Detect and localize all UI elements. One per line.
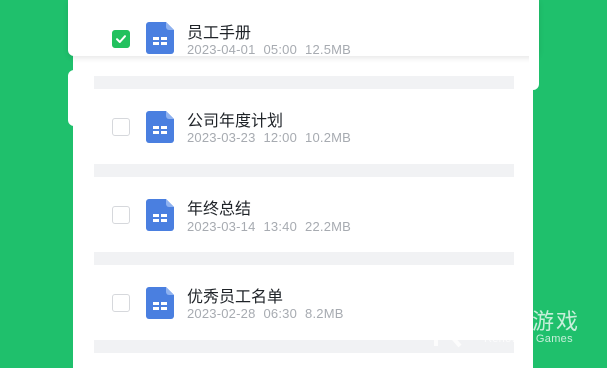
file-size: 12.5MB — [305, 42, 352, 57]
document-icon — [146, 287, 174, 319]
file-date: 2023-03-23 — [187, 130, 256, 145]
file-name: 员工手册 — [187, 25, 252, 42]
file-row[interactable]: 员工手册 2023-04-01 05:00 12.5MB — [94, 0, 514, 78]
file-meta: 2023-02-28 06:30 8.2MB — [187, 306, 344, 321]
document-icon — [146, 111, 174, 143]
file-time: 13:40 — [263, 219, 298, 234]
file-date: 2023-02-28 — [187, 306, 256, 321]
file-size: 22.2MB — [305, 219, 352, 234]
file-checkbox[interactable] — [112, 118, 130, 136]
file-date: 2023-03-14 — [187, 219, 256, 234]
file-meta: 2023-04-01 05:00 12.5MB — [187, 42, 351, 57]
file-checkbox[interactable] — [112, 206, 130, 224]
file-meta: 2023-03-23 12:00 10.2MB — [187, 130, 351, 145]
renowan-logo-icon — [434, 304, 474, 348]
file-name: 优秀员工名单 — [187, 289, 284, 306]
document-icon — [146, 199, 174, 231]
file-name: 公司年度计划 — [187, 113, 284, 130]
watermark-title: 仍玩游戏 — [484, 309, 581, 334]
watermark-subtitle: Renowan Games — [484, 333, 573, 345]
file-size: 10.2MB — [305, 130, 352, 145]
file-meta: 2023-03-14 13:40 22.2MB — [187, 219, 351, 234]
file-time: 12:00 — [263, 130, 298, 145]
file-size: 8.2MB — [305, 306, 344, 321]
file-time: 05:00 — [263, 42, 298, 57]
row-divider — [94, 164, 514, 177]
card-edge-left — [68, 70, 78, 126]
card-edge-right — [529, 0, 539, 90]
file-checkbox[interactable] — [112, 30, 130, 48]
file-checkbox[interactable] — [112, 294, 130, 312]
file-row[interactable]: 年终总结 2023-03-14 13:40 22.2MB — [94, 177, 514, 255]
file-name: 年终总结 — [187, 201, 252, 218]
row-divider — [94, 76, 514, 89]
file-row[interactable]: 公司年度计划 2023-03-23 12:00 10.2MB — [94, 89, 514, 167]
file-date: 2023-04-01 — [187, 42, 256, 57]
checkmark-icon — [116, 35, 126, 43]
row-divider — [94, 252, 514, 265]
watermark: 仍玩游戏 Renowan Games — [432, 300, 592, 360]
document-icon — [146, 22, 174, 54]
file-time: 06:30 — [263, 306, 298, 321]
